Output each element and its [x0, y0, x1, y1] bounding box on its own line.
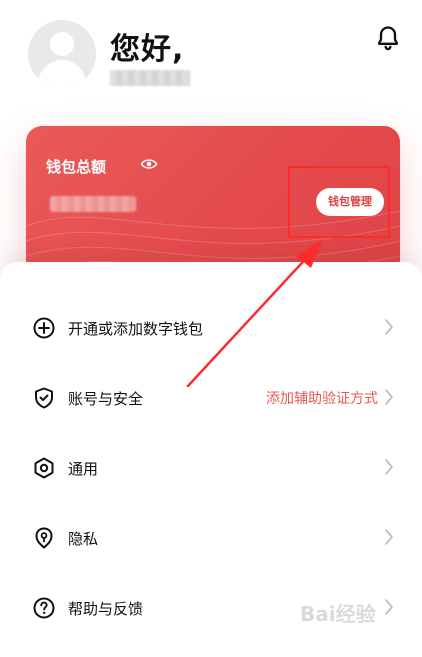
shield-check-icon — [35, 387, 53, 409]
avatar-body-shape — [38, 60, 86, 88]
annotation-highlight-box — [288, 166, 390, 238]
chevron-right-icon — [385, 529, 393, 545]
add-verification-hint[interactable]: 添加辅助验证方式 — [266, 388, 378, 408]
menu-item-account-security[interactable]: 账号与安全 添加辅助验证方式 — [0, 368, 422, 428]
watermark-text: Bai经验 — [300, 602, 376, 626]
profile-header: 您好, — [0, 0, 422, 130]
chevron-right-icon — [385, 389, 393, 405]
bell-icon[interactable] — [374, 24, 402, 52]
menu-item-label: 隐私 — [68, 530, 99, 548]
wallet-amount-redacted — [50, 196, 136, 212]
menu-item-label: 开通或添加数字钱包 — [68, 320, 204, 338]
chevron-right-icon — [385, 599, 393, 615]
menu-item-add-wallet[interactable]: 开通或添加数字钱包 — [0, 298, 422, 358]
help-circle-icon — [33, 597, 55, 619]
wallet-total-title: 钱包总额 — [46, 158, 107, 176]
menu-item-label: 帮助与反馈 — [68, 600, 144, 618]
chevron-right-icon — [385, 459, 393, 475]
menu-item-label: 账号与安全 — [68, 390, 144, 408]
chevron-right-icon — [385, 319, 393, 335]
avatar[interactable] — [28, 20, 96, 88]
eye-icon[interactable] — [140, 157, 158, 171]
avatar-head-shape — [50, 32, 74, 56]
username-redacted — [110, 70, 190, 86]
settings-hex-icon — [34, 457, 54, 479]
menu-item-general[interactable]: 通用 — [0, 438, 422, 498]
add-circle-icon — [33, 317, 55, 339]
privacy-lock-icon — [35, 527, 53, 549]
menu-item-label: 通用 — [68, 460, 99, 478]
menu-item-privacy[interactable]: 隐私 — [0, 508, 422, 568]
greeting-text: 您好, — [110, 32, 185, 67]
